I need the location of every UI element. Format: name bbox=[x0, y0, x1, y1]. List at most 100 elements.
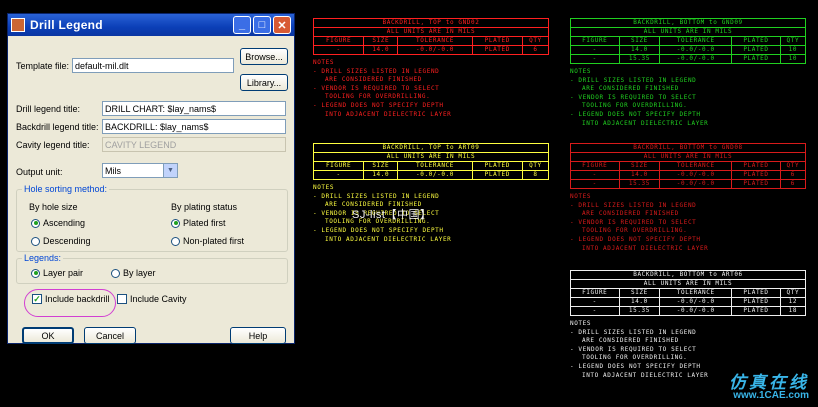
cell-qty: 6 bbox=[779, 170, 807, 180]
legend-notes: NOTES - DRILL SIZES LISTED IN LEGEND ARE… bbox=[570, 193, 806, 253]
col-size: SIZE bbox=[363, 161, 399, 171]
cell-plated: PLATED bbox=[731, 297, 781, 307]
radio-unselected-icon bbox=[31, 236, 40, 246]
output-unit-select[interactable]: Mils ▼ bbox=[102, 163, 178, 178]
cell-plated: PLATED bbox=[731, 54, 781, 64]
descending-radio[interactable]: Descending bbox=[31, 236, 91, 246]
browse-button[interactable]: Browse... bbox=[240, 48, 288, 65]
layer-pair-radio[interactable]: Layer pair bbox=[31, 268, 83, 278]
cell-size: 14.0 bbox=[618, 297, 661, 307]
col-tolerance: TOLERANCE bbox=[659, 161, 733, 171]
cell-qty: 10 bbox=[779, 54, 807, 64]
col-plated: PLATED bbox=[731, 161, 781, 171]
cell-size: 15.35 bbox=[618, 179, 661, 189]
cell-plated: PLATED bbox=[731, 306, 781, 316]
legend-notes: NOTES - DRILL SIZES LISTED IN LEGEND ARE… bbox=[570, 68, 806, 128]
note-line: - LEGEND DOES NOT SPECIFY DEPTH bbox=[570, 235, 701, 243]
legend-bottom-gnd09: BACKDRILL, BOTTOM to GND09 ALL UNITS ARE… bbox=[570, 18, 807, 128]
cell-plated: PLATED bbox=[731, 179, 781, 189]
col-tolerance: TOLERANCE bbox=[659, 288, 733, 298]
col-plated: PLATED bbox=[471, 161, 523, 171]
col-plated: PLATED bbox=[731, 288, 781, 298]
cell-tolerance: -0.0/-0.0 bbox=[659, 179, 733, 189]
ok-button[interactable]: OK bbox=[22, 327, 74, 344]
note-line: ARE CONSIDERED FINISHED bbox=[582, 85, 679, 93]
cell-plated: PLATED bbox=[471, 45, 523, 55]
table-row: - 14.0 -0.0/-0.0 PLATED 6 bbox=[312, 45, 550, 55]
template-file-field[interactable]: default-mil.dlt bbox=[72, 58, 234, 73]
col-size: SIZE bbox=[618, 36, 661, 46]
cell-figure: - bbox=[570, 306, 620, 316]
col-tolerance: TOLERANCE bbox=[397, 161, 473, 171]
note-line: - DRILL SIZES LISTED IN LEGEND bbox=[570, 328, 697, 336]
cavity-title-label: Cavity legend title: bbox=[16, 140, 90, 150]
notes-title: NOTES bbox=[570, 68, 592, 75]
col-figure: FIGURE bbox=[570, 36, 620, 46]
note-line: - VENDOR IS REQUIRED TO SELECT bbox=[313, 84, 440, 92]
table-row: - 14.0 -0.0/-0.0 PLATED 12 bbox=[570, 297, 807, 307]
table-row: - 14.0 -0.0/-0.0 PLATED 6 bbox=[570, 170, 807, 180]
drill-title-field[interactable]: DRILL CHART: $lay_nams$ bbox=[102, 101, 286, 116]
col-size: SIZE bbox=[618, 161, 661, 171]
backdrill-title-field[interactable]: BACKDRILL: $lay_nams$ bbox=[102, 119, 286, 134]
ascending-radio[interactable]: Ascending bbox=[31, 218, 85, 228]
col-plated: PLATED bbox=[471, 36, 523, 46]
cell-figure: - bbox=[570, 170, 620, 180]
note-line: - VENDOR IS REQUIRED TO SELECT bbox=[570, 93, 697, 101]
close-icon[interactable]: ✕ bbox=[273, 16, 291, 34]
cell-figure: - bbox=[570, 297, 620, 307]
col-qty: QTY bbox=[779, 161, 807, 171]
cell-figure: - bbox=[570, 54, 620, 64]
overlay-caption: SJ-list【中国】 bbox=[352, 209, 432, 221]
cell-qty: 18 bbox=[779, 306, 807, 316]
note-line: - DRILL SIZES LISTED IN LEGEND bbox=[313, 67, 440, 75]
note-line: INTO ADJACENT DIELECTRIC LAYER bbox=[582, 119, 709, 127]
legend-title: BACKDRILL, BOTTOM to ART06 bbox=[570, 270, 806, 280]
highlight-ellipse bbox=[24, 289, 116, 317]
col-tolerance: TOLERANCE bbox=[397, 36, 473, 46]
legend-units: ALL UNITS ARE IN MILS bbox=[313, 152, 549, 162]
cell-figure: - bbox=[312, 45, 365, 55]
include-cavity-checkbox[interactable]: Include Cavity bbox=[117, 294, 187, 304]
plated-first-radio[interactable]: Plated first bbox=[171, 218, 226, 228]
note-line: - VENDOR IS REQUIRED TO SELECT bbox=[570, 218, 697, 226]
cell-qty: 6 bbox=[779, 179, 807, 189]
output-unit-label: Output unit: bbox=[16, 167, 63, 177]
nonplated-first-radio[interactable]: Non-plated first bbox=[171, 236, 244, 246]
hole-sorting-title: Hole sorting method: bbox=[22, 184, 110, 194]
legend-title: BACKDRILL, BOTTOM to GND08 bbox=[570, 143, 806, 153]
radio-selected-icon bbox=[31, 218, 40, 228]
cell-qty: 6 bbox=[521, 45, 550, 55]
cancel-button[interactable]: Cancel bbox=[84, 327, 136, 344]
radio-unselected-icon bbox=[111, 268, 120, 278]
cell-qty: 10 bbox=[779, 45, 807, 55]
minimize-icon[interactable]: _ bbox=[233, 16, 251, 34]
output-unit-value: Mils bbox=[105, 166, 121, 176]
by-layer-radio[interactable]: By layer bbox=[111, 268, 156, 278]
legend-bottom-art06: BACKDRILL, BOTTOM to ART06 ALL UNITS ARE… bbox=[570, 270, 807, 380]
note-line: TOOLING FOR OVERDRILLING. bbox=[582, 354, 688, 362]
hole-sorting-group: Hole sorting method: By hole size By pla… bbox=[16, 184, 288, 252]
cell-size: 14.0 bbox=[363, 170, 399, 180]
notes-title: NOTES bbox=[570, 193, 592, 200]
note-line: TOOLING FOR OVERDRILLING. bbox=[582, 102, 688, 110]
note-line: ARE CONSIDERED FINISHED bbox=[582, 337, 679, 345]
title-bar[interactable]: Drill Legend _ □ ✕ bbox=[8, 14, 294, 36]
note-line: ARE CONSIDERED FINISHED bbox=[582, 210, 679, 218]
cell-size: 15.35 bbox=[618, 306, 661, 316]
col-size: SIZE bbox=[363, 36, 399, 46]
library-button[interactable]: Library... bbox=[240, 74, 288, 91]
note-line: ARE CONSIDERED FINISHED bbox=[325, 76, 422, 84]
legend-notes: NOTES - DRILL SIZES LISTED IN LEGEND ARE… bbox=[313, 59, 549, 119]
help-button[interactable]: Help bbox=[230, 327, 286, 344]
backdrill-title-label: Backdrill legend title: bbox=[16, 122, 99, 132]
col-qty: QTY bbox=[779, 36, 807, 46]
dialog-title: Drill Legend bbox=[30, 18, 103, 32]
note-line: - VENDOR IS REQUIRED TO SELECT bbox=[570, 345, 697, 353]
maximize-icon[interactable]: □ bbox=[253, 16, 271, 34]
table-row: - 15.35 -0.0/-0.0 PLATED 18 bbox=[570, 306, 807, 316]
cell-plated: PLATED bbox=[731, 45, 781, 55]
chevron-down-icon[interactable]: ▼ bbox=[163, 164, 177, 177]
table-row: - 15.35 -0.0/-0.0 PLATED 6 bbox=[570, 179, 807, 189]
legends-title: Legends: bbox=[22, 253, 64, 263]
